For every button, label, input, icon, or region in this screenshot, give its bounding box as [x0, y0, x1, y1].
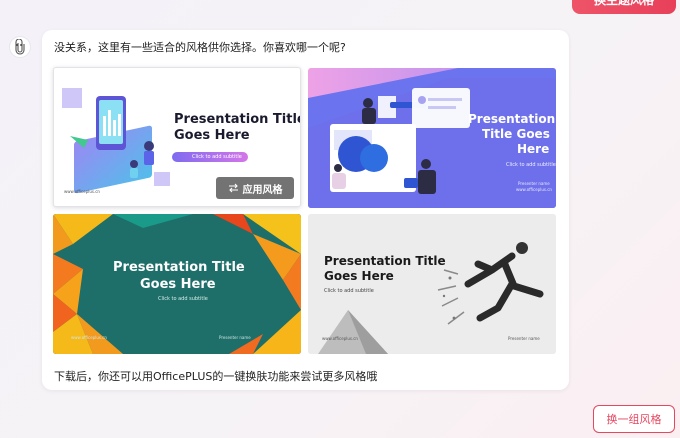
top-action-button[interactable]: 换主题风格 — [572, 0, 676, 14]
swap-arrows-icon — [228, 183, 238, 193]
template-2-subtitle: Click to add subtitle — [506, 162, 556, 168]
template-2-title-line2: Title Goes — [482, 127, 550, 141]
apply-style-label: 应用风格 — [242, 184, 283, 196]
swap-style-set-button[interactable]: 换一组风格 — [593, 405, 675, 433]
template-4-subtitle: Click to add subtitle — [324, 288, 374, 294]
template-4-illustration — [308, 214, 556, 354]
apply-style-button[interactable]: 应用风格 — [216, 177, 294, 199]
template-3-presenter: Presenter name — [219, 335, 251, 340]
message-footer: 下载后，你还可以用OfficePLUS的一键换肤功能来尝试更多风格哦 — [54, 370, 378, 383]
template-4-presenter: Presenter name — [508, 336, 540, 341]
template-1-subtitle: Click to add subtitle — [192, 154, 242, 160]
template-3-subtitle: Click to add subtitle — [158, 296, 208, 302]
template-3-title-line2: Goes Here — [140, 277, 216, 292]
template-4-title-line1: Presentation Title — [324, 254, 446, 268]
assistant-avatar — [9, 36, 31, 58]
template-2-title-line3: Here — [517, 142, 550, 156]
template-1-title-line2: Goes Here — [174, 128, 250, 143]
template-1-site: www.officeplus.cn — [64, 189, 100, 194]
message-intro: 没关系，这里有一些适合的风格供你选择。你喜欢哪一个呢? — [54, 41, 346, 54]
assistant-message-bubble: 没关系，这里有一些适合的风格供你选择。你喜欢哪一个呢? Presentation… — [42, 30, 569, 390]
template-1-title-line1: Presentation Title — [174, 112, 301, 127]
template-card-1[interactable]: Presentation Title Goes Here Click to ad… — [53, 67, 301, 207]
template-card-4[interactable]: Presentation Title Goes Here Click to ad… — [308, 214, 556, 354]
template-3-title-line1: Presentation Title — [113, 260, 245, 275]
template-card-3[interactable]: Presentation Title Goes Here Click to ad… — [53, 214, 301, 354]
template-2-title-line1: Presentation — [468, 112, 556, 126]
template-2-presenter: Presenter name — [518, 181, 550, 186]
template-card-2[interactable]: Presentation Title Goes Here Click to ad… — [308, 68, 556, 208]
template-4-title-line2: Goes Here — [324, 269, 394, 283]
paperclip-icon — [15, 39, 25, 55]
template-4-site: www.officeplus.cn — [322, 336, 358, 341]
template-2-site: www.officeplus.cn — [516, 187, 552, 192]
template-3-site: www.officeplus.cn — [71, 335, 107, 340]
